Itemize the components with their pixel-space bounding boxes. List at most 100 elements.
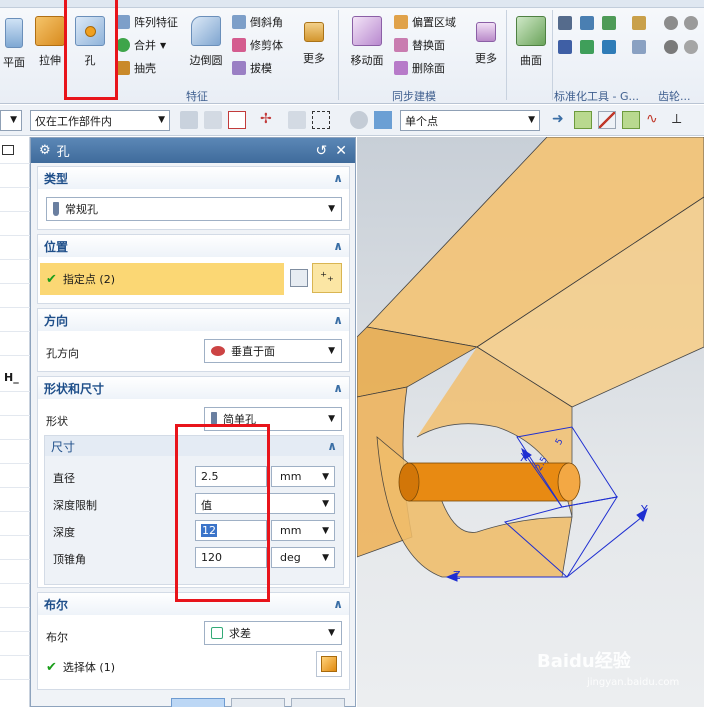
edge-blend-button[interactable]: 边倒圆 (186, 16, 226, 68)
divider (0, 655, 30, 656)
unite-icon (116, 38, 130, 52)
trim-body-button[interactable]: 修剪体 (232, 37, 283, 53)
gear-tools-icons (664, 16, 704, 76)
move-face-icon (352, 16, 382, 46)
delete-face-button[interactable]: 删除面 (394, 60, 445, 76)
tool-icon[interactable] (558, 16, 572, 30)
gear-icon[interactable] (684, 40, 698, 54)
gear-icon[interactable] (684, 16, 698, 30)
unite-button[interactable]: 合并 ▼ (116, 37, 166, 53)
selection-scope-value: 仅在工作部件内 (35, 115, 112, 128)
sketch-section-icon[interactable] (290, 269, 308, 287)
selection-scope-combo[interactable]: 仅在工作部件内 ▼ (30, 110, 170, 131)
more-icon (304, 22, 324, 42)
reset-icon[interactable]: ↺ (316, 143, 328, 159)
select-tool-icon[interactable] (204, 111, 222, 129)
separator (552, 10, 553, 100)
snap-point-icon[interactable] (574, 111, 592, 129)
tool-icon[interactable] (558, 40, 572, 54)
gear-icon[interactable] (664, 16, 678, 30)
point-type-combo[interactable]: 单个点 ▼ (400, 110, 540, 131)
hole-direction-value: 垂直于面 (231, 345, 275, 358)
select-tool-icon[interactable] (288, 111, 306, 129)
subtract-icon (211, 627, 223, 639)
divider (0, 187, 30, 188)
snap-endpoint-icon[interactable] (598, 111, 616, 129)
replace-face-button[interactable]: 替换面 (394, 37, 445, 53)
collapse-icon[interactable]: ∧ (327, 439, 337, 453)
select-tool-icon[interactable] (180, 111, 198, 129)
snap-intersect-icon[interactable]: ⟂ (672, 111, 690, 129)
direction-section-header[interactable]: 方向 ∧ (38, 309, 349, 331)
pattern-feature-label: 阵列特征 (134, 16, 178, 29)
graphics-viewport[interactable]: X Y Z 2.5 5 Baidu经验 jingyan.baidu.com (357, 137, 704, 707)
standard-tools-group-label: 标准化工具 - G... (554, 90, 639, 103)
selection-box-icon[interactable] (228, 111, 246, 129)
hole-direction-dropdown[interactable]: 垂直于面 ▼ (204, 339, 342, 363)
body-icon[interactable] (374, 111, 392, 129)
position-section-header[interactable]: 位置 ∧ (38, 235, 349, 257)
select-body-icon[interactable] (316, 651, 342, 677)
specify-point-row[interactable]: ✔ 指定点 (2) (40, 263, 284, 295)
boolean-dropdown[interactable]: 求差 ▼ (204, 621, 342, 645)
part-model (357, 137, 704, 582)
chevron-down-icon: ▼ (328, 346, 335, 356)
collapse-icon[interactable]: ∧ (333, 313, 343, 327)
more-button-2[interactable]: 更多 (468, 22, 504, 66)
tool-icon[interactable] (602, 16, 616, 30)
point-dialog-icon[interactable]: ⁺₊ (312, 263, 342, 293)
part-icon[interactable] (350, 111, 368, 129)
divider (0, 559, 30, 560)
hole-type-icon (53, 202, 59, 216)
dimensions-title: 尺寸 (51, 439, 76, 454)
cancel-button[interactable] (291, 698, 345, 707)
gear-icon[interactable] (664, 40, 678, 54)
move-face-button[interactable]: 移动面 (346, 16, 388, 68)
tool-icon[interactable] (632, 16, 646, 30)
hole-type-value: 常规孔 (65, 203, 98, 216)
select-body-row[interactable]: ✔ 选择体 (1) (46, 659, 115, 675)
offset-region-button[interactable]: 偏置区域 (394, 14, 456, 30)
divider (0, 511, 30, 512)
pattern-feature-button[interactable]: 阵列特征 (116, 14, 178, 30)
tip-angle-unit: deg (280, 551, 301, 564)
select-body-label: 选择体 (1) (62, 661, 115, 674)
draft-button[interactable]: 拔模 (232, 60, 272, 76)
tool-icon[interactable] (632, 40, 646, 54)
tip-angle-unit-dropdown[interactable]: deg ▼ (271, 547, 335, 568)
tool-icon[interactable] (602, 40, 616, 54)
chevron-down-icon[interactable]: ▼ (160, 41, 166, 50)
apply-button[interactable] (231, 698, 285, 707)
shell-button[interactable]: 抽壳 (116, 60, 156, 76)
arrow-right-icon[interactable]: ➜ (552, 111, 570, 129)
divider (0, 163, 30, 164)
hole-type-dropdown[interactable]: 常规孔 ▼ (46, 197, 342, 221)
snap-curve-icon[interactable]: ∿ (646, 111, 664, 129)
depth-unit-dropdown[interactable]: mm ▼ (271, 520, 335, 541)
diameter-label: 直径 (53, 472, 75, 485)
plane-button[interactable]: 平面 (0, 18, 28, 70)
divider (0, 487, 30, 488)
chamfer-button[interactable]: 倒斜角 (232, 14, 283, 30)
surface-button[interactable]: 曲面 (512, 16, 550, 68)
window-icon[interactable] (2, 145, 14, 155)
plane-label: 平面 (3, 56, 25, 69)
collapse-icon[interactable]: ∧ (333, 239, 343, 253)
collapse-icon[interactable]: ∧ (333, 381, 343, 395)
more-button-1[interactable]: 更多 (296, 22, 332, 66)
ok-button[interactable] (171, 698, 225, 707)
close-icon[interactable]: ✕ (335, 143, 347, 159)
collapse-icon[interactable]: ∧ (333, 597, 343, 611)
filter-combo[interactable]: ▼ (0, 110, 22, 131)
tool-icon[interactable] (580, 16, 594, 30)
type-section-header[interactable]: 类型 ∧ (38, 167, 349, 189)
rectangle-select-icon[interactable] (312, 111, 330, 129)
snap-midpoint-icon[interactable] (622, 111, 640, 129)
snap-tool-icon[interactable]: ✢ (260, 111, 278, 129)
tool-icon[interactable] (580, 40, 594, 54)
chevron-down-icon: ▼ (328, 204, 335, 214)
separator (506, 10, 507, 100)
collapse-icon[interactable]: ∧ (333, 171, 343, 185)
shape-section-header[interactable]: 形状和尺寸 ∧ (38, 377, 349, 399)
diameter-unit-dropdown[interactable]: mm ▼ (271, 466, 335, 487)
